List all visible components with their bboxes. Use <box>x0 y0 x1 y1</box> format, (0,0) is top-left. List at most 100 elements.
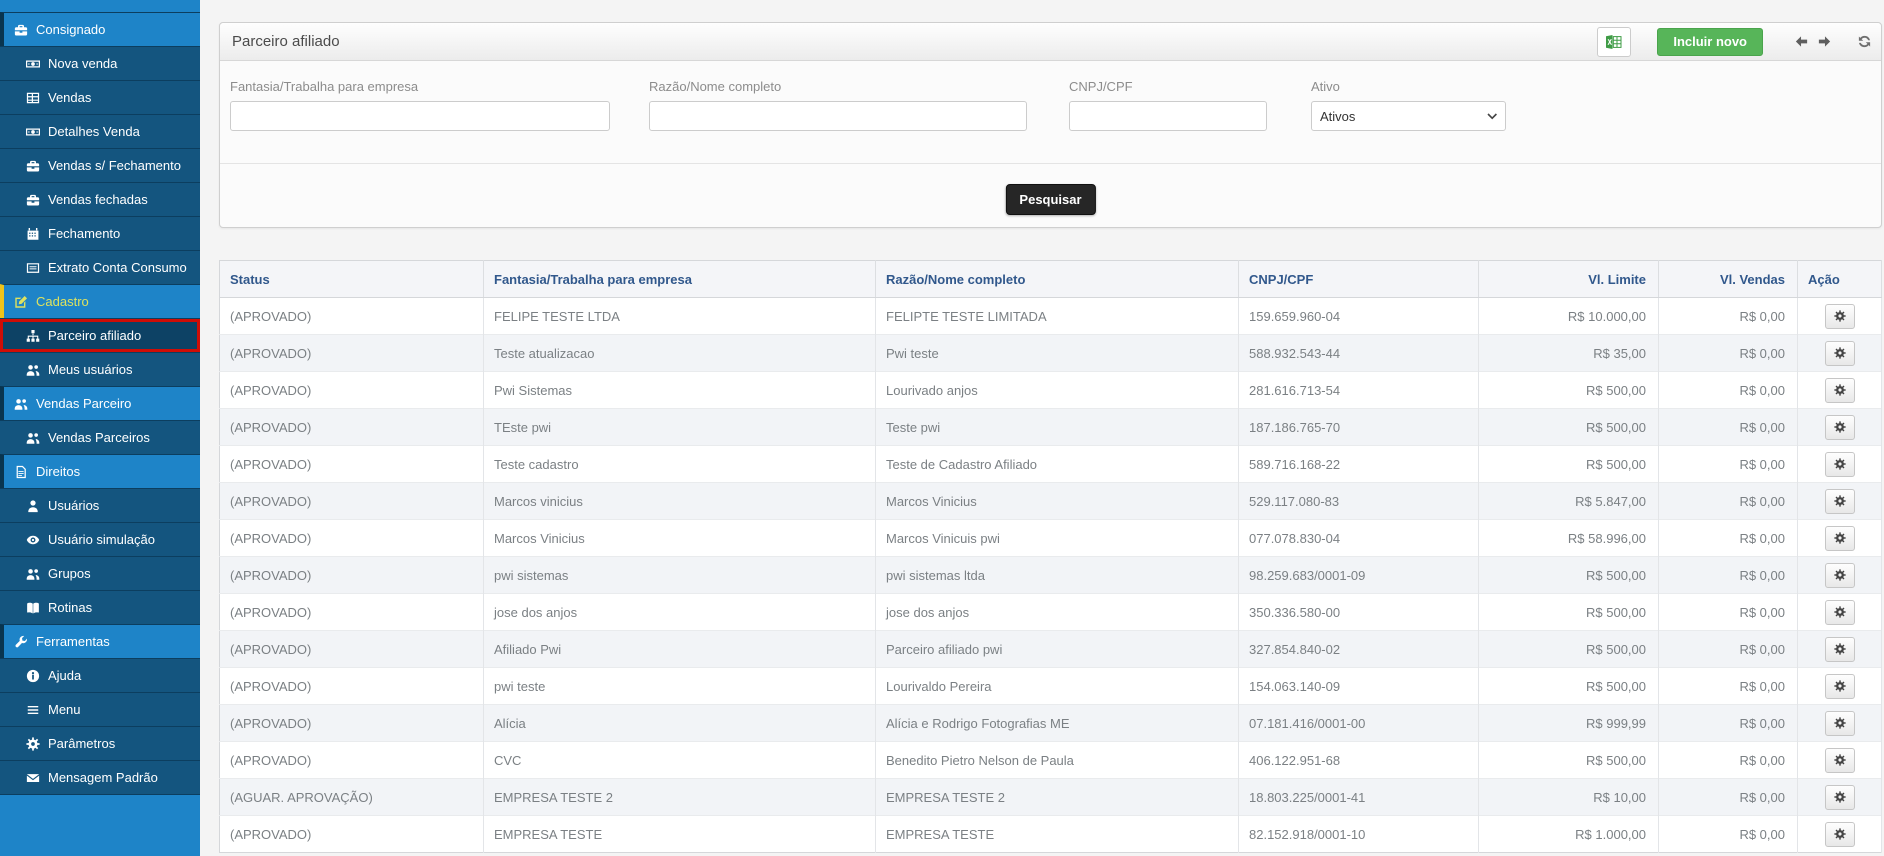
cell-vl-vendas: R$ 0,00 <box>1659 446 1798 483</box>
sidebar-item-parceiro-afiliado[interactable]: Parceiro afiliado <box>0 318 200 352</box>
column-header-fantasia-trabalha-para-empresa: Fantasia/Trabalha para empresa <box>484 261 876 298</box>
cell-fantasia: Marcos vinicius <box>484 483 876 520</box>
wrench-icon <box>14 635 28 649</box>
cell-vl-limite: R$ 500,00 <box>1479 446 1659 483</box>
table-header: StatusFantasia/Trabalha para empresaRazã… <box>220 261 1882 298</box>
row-actions-button[interactable] <box>1825 341 1855 366</box>
incluir-novo-button[interactable]: Incluir novo <box>1657 28 1763 56</box>
cell-vl-vendas: R$ 0,00 <box>1659 705 1798 742</box>
cell-status: (APROVADO) <box>220 446 484 483</box>
export-excel-button[interactable] <box>1597 27 1631 57</box>
sidebar-item-vendas[interactable]: Vendas <box>0 80 200 114</box>
sidebar-item-vendas-s-fechamento[interactable]: Vendas s/ Fechamento <box>0 148 200 182</box>
column-header-cnpj-cpf: CNPJ/CPF <box>1239 261 1479 298</box>
cell-status: (APROVADO) <box>220 742 484 779</box>
sidebar-item-detalhes-venda[interactable]: Detalhes Venda <box>0 114 200 148</box>
main-content: Parceiro afiliado Incluir novo Fantasia/… <box>200 0 1884 856</box>
cell-acao <box>1798 742 1882 779</box>
cell-status: (APROVADO) <box>220 409 484 446</box>
column-header-status: Status <box>220 261 484 298</box>
gear-icon <box>1834 754 1846 766</box>
sidebar-item-ferramentas[interactable]: Ferramentas <box>0 624 200 658</box>
ativo-select[interactable]: Ativos <box>1311 101 1506 131</box>
gear-icon <box>1834 606 1846 618</box>
gear-icon <box>1834 569 1846 581</box>
column-header-razao-nome-completo: Razão/Nome completo <box>876 261 1239 298</box>
row-actions-button[interactable] <box>1825 489 1855 514</box>
row-actions-button[interactable] <box>1825 563 1855 588</box>
cell-razao: Benedito Pietro Nelson de Paula <box>876 742 1239 779</box>
sidebar-item-extrato-conta-consumo[interactable]: Extrato Conta Consumo <box>0 250 200 284</box>
sidebar-item-usuario-simulacao[interactable]: Usuário simulação <box>0 522 200 556</box>
users-icon <box>26 363 40 377</box>
sidebar-item-rotinas[interactable]: Rotinas <box>0 590 200 624</box>
gear-icon <box>1834 384 1846 396</box>
cnpj-label: CNPJ/CPF <box>1069 79 1267 94</box>
row-actions-button[interactable] <box>1825 822 1855 847</box>
briefcase-icon <box>26 159 40 173</box>
app: Consignado Nova venda Vendas Detalhes Ve… <box>0 0 1884 856</box>
sidebar-item-vendas-parceiro[interactable]: Vendas Parceiro <box>0 386 200 420</box>
gear-icon <box>1834 717 1846 729</box>
column-header-acao: Ação <box>1798 261 1882 298</box>
row-actions-button[interactable] <box>1825 600 1855 625</box>
sidebar-item-vendas-fechadas[interactable]: Vendas fechadas <box>0 182 200 216</box>
cell-vl-vendas: R$ 0,00 <box>1659 816 1798 853</box>
arrow-right-icon[interactable] <box>1815 34 1833 49</box>
sidebar-item-ajuda[interactable]: Ajuda <box>0 658 200 692</box>
row-actions-button[interactable] <box>1825 378 1855 403</box>
row-actions-button[interactable] <box>1825 748 1855 773</box>
table-body: (APROVADO) FELIPE TESTE LTDA FELIPTE TES… <box>220 298 1882 853</box>
pesquisar-button[interactable]: Pesquisar <box>1005 184 1095 215</box>
cell-vl-limite: R$ 500,00 <box>1479 668 1659 705</box>
table-row: (APROVADO) Marcos vinicius Marcos Vinici… <box>220 483 1882 520</box>
fantasia-input[interactable] <box>230 101 610 131</box>
sidebar-item-menu[interactable]: Menu <box>0 692 200 726</box>
cell-razao: EMPRESA TESTE 2 <box>876 779 1239 816</box>
cell-acao <box>1798 483 1882 520</box>
info-icon <box>26 669 40 683</box>
cell-fantasia: TEste pwi <box>484 409 876 446</box>
cell-fantasia: EMPRESA TESTE 2 <box>484 779 876 816</box>
row-actions-button[interactable] <box>1825 785 1855 810</box>
sidebar-item-fechamento[interactable]: Fechamento <box>0 216 200 250</box>
cell-vl-limite: R$ 10,00 <box>1479 779 1659 816</box>
book-icon <box>26 601 40 615</box>
cell-vl-vendas: R$ 0,00 <box>1659 335 1798 372</box>
row-actions-button[interactable] <box>1825 304 1855 329</box>
row-actions-button[interactable] <box>1825 415 1855 440</box>
calendar-icon <box>26 227 40 241</box>
razao-input[interactable] <box>649 101 1027 131</box>
users-icon <box>26 431 40 445</box>
sidebar-item-nova-venda[interactable]: Nova venda <box>0 46 200 80</box>
arrow-left-icon[interactable] <box>1792 34 1810 49</box>
sidebar-item-cadastro[interactable]: Cadastro <box>0 284 200 318</box>
column-header-vl-limite: Vl. Limite <box>1479 261 1659 298</box>
row-actions-button[interactable] <box>1825 452 1855 477</box>
cell-cnpj: 406.122.951-68 <box>1239 742 1479 779</box>
row-actions-button[interactable] <box>1825 637 1855 662</box>
sidebar-item-vendas-parceiros[interactable]: Vendas Parceiros <box>0 420 200 454</box>
cnpj-input[interactable] <box>1069 101 1267 131</box>
sidebar-item-meus-usuarios[interactable]: Meus usuários <box>0 352 200 386</box>
refresh-icon[interactable] <box>1857 34 1872 49</box>
cell-cnpj: 18.803.225/0001-41 <box>1239 779 1479 816</box>
cell-cnpj: 281.616.713-54 <box>1239 372 1479 409</box>
cell-razao: jose dos anjos <box>876 594 1239 631</box>
cell-razao: Lourivado anjos <box>876 372 1239 409</box>
cell-vl-limite: R$ 35,00 <box>1479 335 1659 372</box>
sidebar-item-grupos[interactable]: Grupos <box>0 556 200 590</box>
cell-status: (APROVADO) <box>220 594 484 631</box>
cell-acao <box>1798 705 1882 742</box>
row-actions-button[interactable] <box>1825 526 1855 551</box>
table-row: (APROVADO) Alícia Alícia e Rodrigo Fotog… <box>220 705 1882 742</box>
sidebar-item-parametros[interactable]: Parâmetros <box>0 726 200 760</box>
sidebar-item-consignado[interactable]: Consignado <box>0 12 200 46</box>
sidebar-item-usuarios[interactable]: Usuários <box>0 488 200 522</box>
cell-acao <box>1798 631 1882 668</box>
row-actions-button[interactable] <box>1825 674 1855 699</box>
sidebar-item-direitos[interactable]: Direitos <box>0 454 200 488</box>
row-actions-button[interactable] <box>1825 711 1855 736</box>
sidebar-item-mensagem-padrao[interactable]: Mensagem Padrão <box>0 760 200 794</box>
table-row: (APROVADO) Afiliado Pwi Parceiro afiliad… <box>220 631 1882 668</box>
